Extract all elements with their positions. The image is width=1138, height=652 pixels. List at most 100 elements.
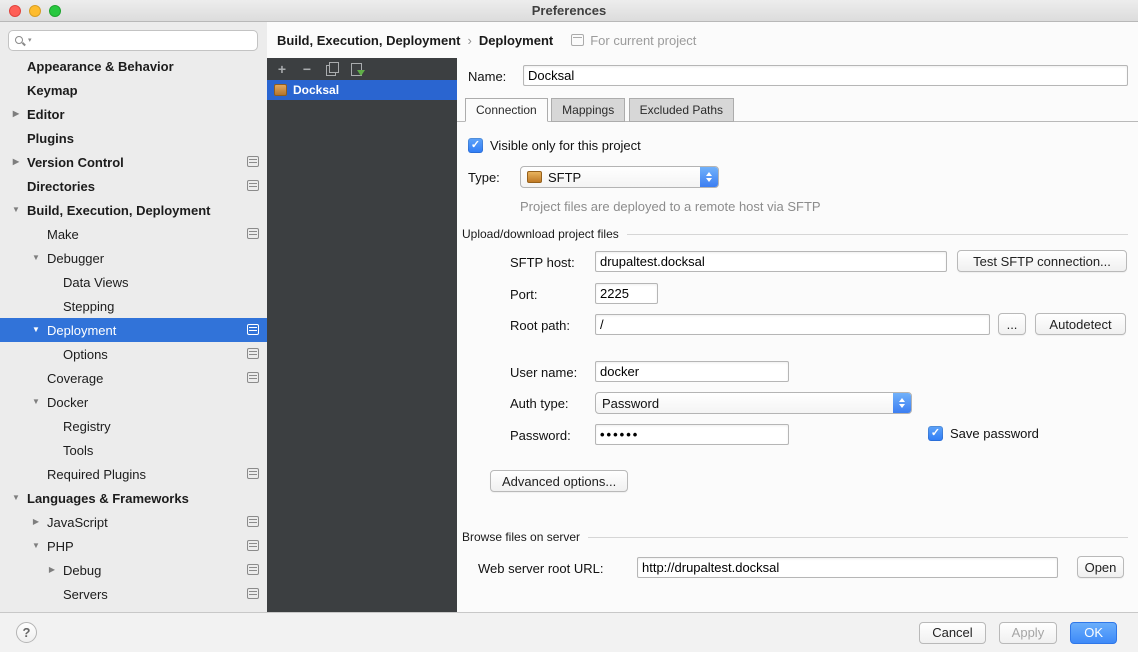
settings-sidebar: ▾ Appearance & Behavior Keymap ▶ Editor … [0,22,267,612]
sidebar-item-required-plugins[interactable]: Required Plugins [0,462,267,486]
minus-icon: − [303,61,311,77]
project-config-icon [247,588,259,599]
sidebar-item-data-views[interactable]: Data Views [0,270,267,294]
type-help-text: Project files are deployed to a remote h… [520,199,821,214]
remove-server-button[interactable]: − [299,61,315,77]
sidebar-item-deployment[interactable]: ▼ Deployment [0,318,267,342]
sidebar-item-debugger[interactable]: ▼ Debugger [0,246,267,270]
titlebar: Preferences [0,0,1138,22]
project-config-icon [247,324,259,335]
sidebar-item-stepping[interactable]: Stepping [0,294,267,318]
chevron-down-icon[interactable]: ▼ [30,398,42,406]
sidebar-item-directories[interactable]: Directories [0,174,267,198]
sidebar-item-javascript[interactable]: ▶ JavaScript [0,510,267,534]
sidebar-item-coverage[interactable]: Coverage [0,366,267,390]
preferences-window: Preferences ▾ Appearance & Behavior Keym… [0,0,1138,652]
search-history-chevron-icon[interactable]: ▾ [28,37,32,44]
sidebar-item-tools[interactable]: Tools [0,438,267,462]
footer-buttons: Cancel Apply OK [919,622,1117,644]
sidebar-item-plugins[interactable]: Plugins [0,126,267,150]
sftp-type-icon [527,171,542,183]
breadcrumb-bar: Build, Execution, Deployment › Deploymen… [267,22,1138,58]
server-list-item[interactable]: Docksal [267,80,457,100]
open-url-button[interactable]: Open [1077,556,1124,578]
root-path-input[interactable] [595,314,990,335]
sidebar-item-label: Tools [63,443,93,458]
close-window-button[interactable] [9,5,21,17]
tab-connection[interactable]: Connection [465,98,548,122]
chevron-right-icon[interactable]: ▶ [10,110,22,118]
visible-only-label: Visible only for this project [490,138,641,153]
sidebar-item-label: Required Plugins [47,467,146,482]
project-config-icon [247,228,259,239]
sidebar-item-label: Version Control [27,155,124,170]
sidebar-item-version-control[interactable]: ▶ Version Control [0,150,267,174]
settings-tabs: Connection Mappings Excluded Paths [457,98,1138,122]
sidebar-item-build-execution-deployment[interactable]: ▼ Build, Execution, Deployment [0,198,267,222]
breadcrumb-section[interactable]: Build, Execution, Deployment [277,33,460,48]
advanced-options-button[interactable]: Advanced options... [490,470,628,492]
paste-server-button[interactable] [349,61,365,77]
sftp-host-input[interactable] [595,251,947,272]
test-sftp-connection-button[interactable]: Test SFTP connection... [957,250,1127,272]
sidebar-item-label: Options [63,347,108,362]
sidebar-item-keymap[interactable]: Keymap [0,78,267,102]
search-input[interactable] [35,33,251,48]
scope-indicator: For current project [571,33,696,48]
sidebar-item-languages-frameworks[interactable]: ▼ Languages & Frameworks [0,486,267,510]
settings-search-box[interactable]: ▾ [8,30,258,51]
chevron-down-icon[interactable]: ▼ [30,326,42,334]
project-config-icon [247,348,259,359]
user-name-input[interactable] [595,361,789,382]
window-title: Preferences [0,3,1138,18]
copy-server-button[interactable] [324,61,340,77]
chevron-right-icon[interactable]: ▶ [30,518,42,526]
chevron-down-icon[interactable]: ▼ [30,542,42,550]
auth-type-select[interactable]: Password [595,392,912,414]
name-input[interactable] [523,65,1128,86]
search-icon [15,36,25,46]
apply-button[interactable]: Apply [999,622,1058,644]
sidebar-item-make[interactable]: Make [0,222,267,246]
chevron-down-icon[interactable]: ▼ [10,494,22,502]
chevron-right-icon[interactable]: ▶ [46,566,58,574]
cancel-button[interactable]: Cancel [919,622,985,644]
chevron-down-icon[interactable]: ▼ [30,254,42,262]
type-select-value: SFTP [548,170,581,185]
user-name-label: User name: [510,365,577,380]
tab-mappings[interactable]: Mappings [551,98,625,122]
sidebar-item-label: Docker [47,395,88,410]
chevron-down-icon[interactable]: ▼ [10,206,22,214]
sidebar-item-label: Stepping [63,299,114,314]
sidebar-item-editor[interactable]: ▶ Editor [0,102,267,126]
web-root-input[interactable] [637,557,1058,578]
chevron-right-icon[interactable]: ▶ [10,158,22,166]
visible-only-checkbox[interactable]: ✓ Visible only for this project [468,138,641,153]
sidebar-item-servers[interactable]: Servers [0,582,267,606]
sidebar-item-appearance-behavior[interactable]: Appearance & Behavior [0,54,267,78]
port-input[interactable] [595,283,658,304]
server-list-toolbar: + − [267,58,457,80]
group-separator-line [627,234,1128,235]
minimize-window-button[interactable] [29,5,41,17]
sidebar-item-label: PHP [47,539,74,554]
dialog-footer: ? Cancel Apply OK [0,612,1138,652]
add-server-button[interactable]: + [274,61,290,77]
save-password-checkbox[interactable]: ✓ Save password [928,426,1039,441]
sidebar-item-debug[interactable]: ▶ Debug [0,558,267,582]
sidebar-item-docker[interactable]: ▼ Docker [0,390,267,414]
plus-icon: + [278,61,286,77]
help-button[interactable]: ? [16,622,37,643]
zoom-window-button[interactable] [49,5,61,17]
ok-button[interactable]: OK [1070,622,1117,644]
sidebar-item-php[interactable]: ▼ PHP [0,534,267,558]
password-input[interactable] [595,424,789,445]
tab-excluded-paths[interactable]: Excluded Paths [629,98,734,122]
browse-root-path-button[interactable]: ... [998,313,1026,335]
type-select[interactable]: SFTP [520,166,719,188]
sidebar-item-registry[interactable]: Registry [0,414,267,438]
sidebar-item-options[interactable]: Options [0,342,267,366]
autodetect-button[interactable]: Autodetect [1035,313,1126,335]
breadcrumb-separator-icon: › [467,33,471,48]
root-path-label: Root path: [510,318,570,333]
